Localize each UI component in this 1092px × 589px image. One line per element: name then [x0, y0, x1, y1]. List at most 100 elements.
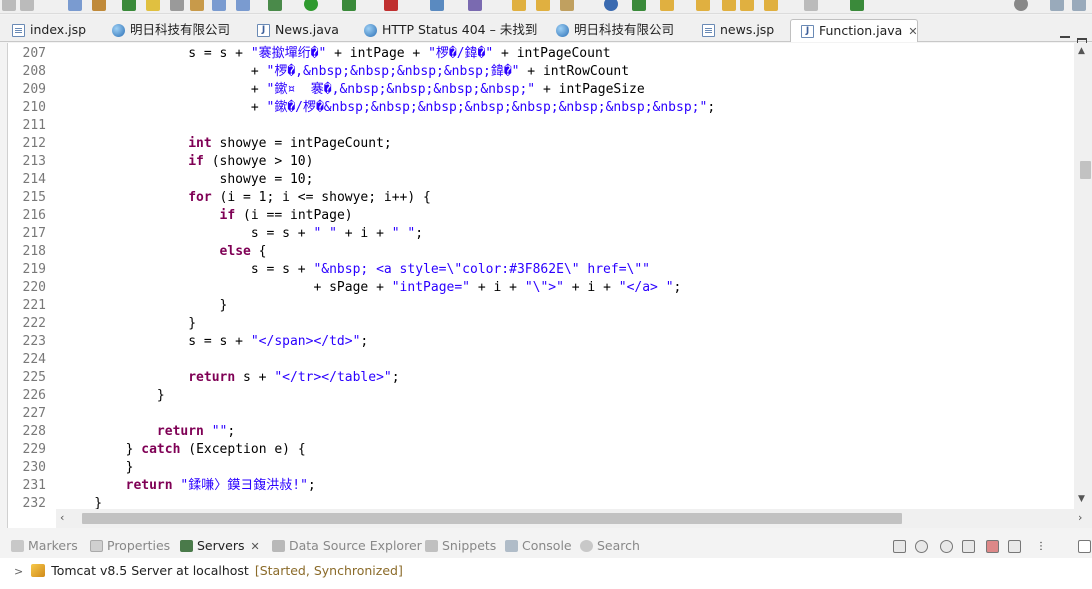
external-tools-icon[interactable] [342, 0, 356, 11]
server-entry[interactable]: > Tomcat v8.5 Server at localhost [Started… [14, 561, 403, 581]
code-line[interactable]: 216 if (i == intPage) [8, 207, 1074, 225]
perspective-icon[interactable] [1050, 0, 1064, 11]
code-line[interactable]: 212 int showye = intPageCount; [8, 135, 1074, 153]
editor-tab-browser-2[interactable]: 明日科技有限公司 [544, 19, 674, 42]
toolbar-icon[interactable] [20, 0, 34, 11]
code-line[interactable]: 217 s = s + " " + i + " "; [8, 225, 1074, 243]
toolbar-icon[interactable] [190, 0, 204, 11]
toolbar-icon[interactable] [122, 0, 136, 11]
editor-tab-news-jsp[interactable]: news.jsp [690, 19, 774, 42]
publish-icon[interactable] [1008, 540, 1021, 553]
scroll-down-icon[interactable]: ▼ [1078, 494, 1085, 504]
tab-console[interactable]: Console [503, 534, 572, 558]
code-line[interactable]: 221 } [8, 297, 1074, 315]
search-icon[interactable] [1014, 0, 1028, 11]
run-icon[interactable] [304, 0, 318, 11]
scroll-right-icon[interactable]: › [1078, 511, 1082, 524]
new-server-icon[interactable] [384, 0, 398, 11]
open-folder-icon[interactable] [536, 0, 550, 11]
code-token: s = s + [63, 262, 314, 277]
toolbar-icon[interactable] [468, 0, 482, 11]
forward-icon[interactable] [804, 0, 818, 11]
code-line[interactable]: 232 } [8, 495, 1074, 509]
toolbar-icon[interactable] [212, 0, 226, 11]
tab-properties[interactable]: Properties [88, 534, 170, 558]
minimize-icon[interactable] [1060, 36, 1070, 38]
toolbar-icon[interactable] [92, 0, 106, 11]
code-line[interactable]: 208 + "椤�,&nbsp;&nbsp;&nbsp;&nbsp;鍏�" + … [8, 63, 1074, 81]
code-line[interactable]: 215 for (i = 1; i <= showye; i++) { [8, 189, 1074, 207]
tab-servers[interactable]: Servers ✕ [178, 534, 260, 558]
debug-icon[interactable] [268, 0, 282, 11]
vertical-scrollbar[interactable]: ▲ ▼ [1074, 43, 1092, 509]
code-area[interactable]: 207 s = s + "褰撳墠绗�" + intPage + "椤�/鍏�" … [8, 45, 1074, 509]
profile-server-icon[interactable] [962, 540, 975, 553]
back-icon[interactable] [764, 0, 778, 11]
code-line[interactable]: 231 return "鍒嗛〉鏌ヨ鍑洪敊!"; [8, 477, 1074, 495]
code-line[interactable]: 219 s = s + "&nbsp; <a style=\"color:#3F… [8, 261, 1074, 279]
code-line[interactable]: 222 } [8, 315, 1074, 333]
browser-globe-icon [364, 24, 377, 37]
back-icon[interactable] [740, 0, 754, 11]
toolbar-icon[interactable] [696, 0, 710, 11]
code-editor[interactable]: 207 s = s + "褰撳墠绗�" + intPage + "椤�/鍏�" … [7, 43, 1092, 528]
code-token: showye = 10; [63, 172, 314, 187]
code-line[interactable]: 226 } [8, 387, 1074, 405]
toolbar-icon[interactable] [722, 0, 736, 11]
tab-search[interactable]: Search [578, 534, 640, 558]
editor-tab-http-404[interactable]: HTTP Status 404 – 未找到 [352, 19, 537, 42]
open-folder-icon[interactable] [512, 0, 526, 11]
toolbar-icon[interactable] [236, 0, 250, 11]
editor-tab-index-jsp[interactable]: index.jsp [0, 19, 86, 42]
maximize-view-icon[interactable] [1078, 540, 1091, 553]
tab-data-source-explorer[interactable]: Data Source Explorer [270, 534, 422, 558]
code-line[interactable]: 213 if (showye > 10) [8, 153, 1074, 171]
toolbar-icon[interactable] [560, 0, 574, 11]
minimize-view-icon[interactable] [1058, 540, 1071, 553]
horizontal-scroll-thumb[interactable] [82, 513, 902, 524]
editor-tab-news-java[interactable]: J News.java [245, 19, 339, 42]
toolbar-icon[interactable] [2, 0, 16, 11]
code-line[interactable]: 220 + sPage + "intPage=" + i + "\">" + i… [8, 279, 1074, 297]
code-line[interactable]: 227 [8, 405, 1074, 423]
toolbar-icon[interactable] [660, 0, 674, 11]
globe-icon[interactable] [604, 0, 618, 11]
collapse-all-icon[interactable] [893, 540, 906, 553]
code-line[interactable]: 211 [8, 117, 1074, 135]
editor-tab-function-java[interactable]: J Function.java ✕ [790, 19, 918, 42]
stop-server-icon[interactable] [986, 540, 999, 553]
toolbar-icon[interactable] [170, 0, 184, 11]
start-server-icon[interactable] [940, 540, 953, 553]
toolbar-icon[interactable] [850, 0, 864, 11]
code-line[interactable]: 218 else { [8, 243, 1074, 261]
horizontal-scrollbar[interactable]: ‹ › [56, 509, 1092, 528]
scroll-left-icon[interactable]: ‹ [60, 511, 64, 524]
code-line[interactable]: 229 } catch (Exception e) { [8, 441, 1074, 459]
debug-server-icon[interactable] [915, 540, 928, 553]
toolbar-icon[interactable] [146, 0, 160, 11]
code-string: "</tr></table>" [274, 370, 392, 385]
code-line[interactable]: 228 return ""; [8, 423, 1074, 441]
toolbar-icon[interactable] [430, 0, 444, 11]
tab-snippets[interactable]: Snippets [423, 534, 496, 558]
close-tab-icon[interactable]: ✕ [251, 540, 260, 553]
code-line[interactable]: 225 return s + "</tr></table>"; [8, 369, 1074, 387]
code-line[interactable]: 230 } [8, 459, 1074, 477]
code-line[interactable]: 224 [8, 351, 1074, 369]
expand-chevron-icon[interactable]: > [14, 565, 23, 578]
code-line[interactable]: 207 s = s + "褰撳墠绗�" + intPage + "椤�/鍏�" … [8, 45, 1074, 63]
code-line[interactable]: 223 s = s + "</span></td>"; [8, 333, 1074, 351]
code-line[interactable]: 214 showye = 10; [8, 171, 1074, 189]
tab-markers[interactable]: Markers [9, 534, 78, 558]
toolbar-icon[interactable] [632, 0, 646, 11]
editor-tab-browser-1[interactable]: 明日科技有限公司 [100, 19, 230, 42]
view-menu-icon[interactable]: ⋮ [1036, 540, 1049, 553]
toolbar-icon[interactable] [68, 0, 82, 11]
code-line[interactable]: 209 + "鏉¤ 褰�,&nbsp;&nbsp;&nbsp;&nbsp;" +… [8, 81, 1074, 99]
scroll-up-icon[interactable]: ▲ [1078, 46, 1085, 56]
line-number: 219 [22, 262, 46, 277]
code-line[interactable]: 210 + "鏉�/椤�&nbsp;&nbsp;&nbsp;&nbsp;&nbs… [8, 99, 1074, 117]
vertical-scroll-thumb[interactable] [1080, 161, 1091, 179]
perspective-icon[interactable] [1072, 0, 1086, 11]
close-tab-icon[interactable]: ✕ [908, 25, 917, 38]
